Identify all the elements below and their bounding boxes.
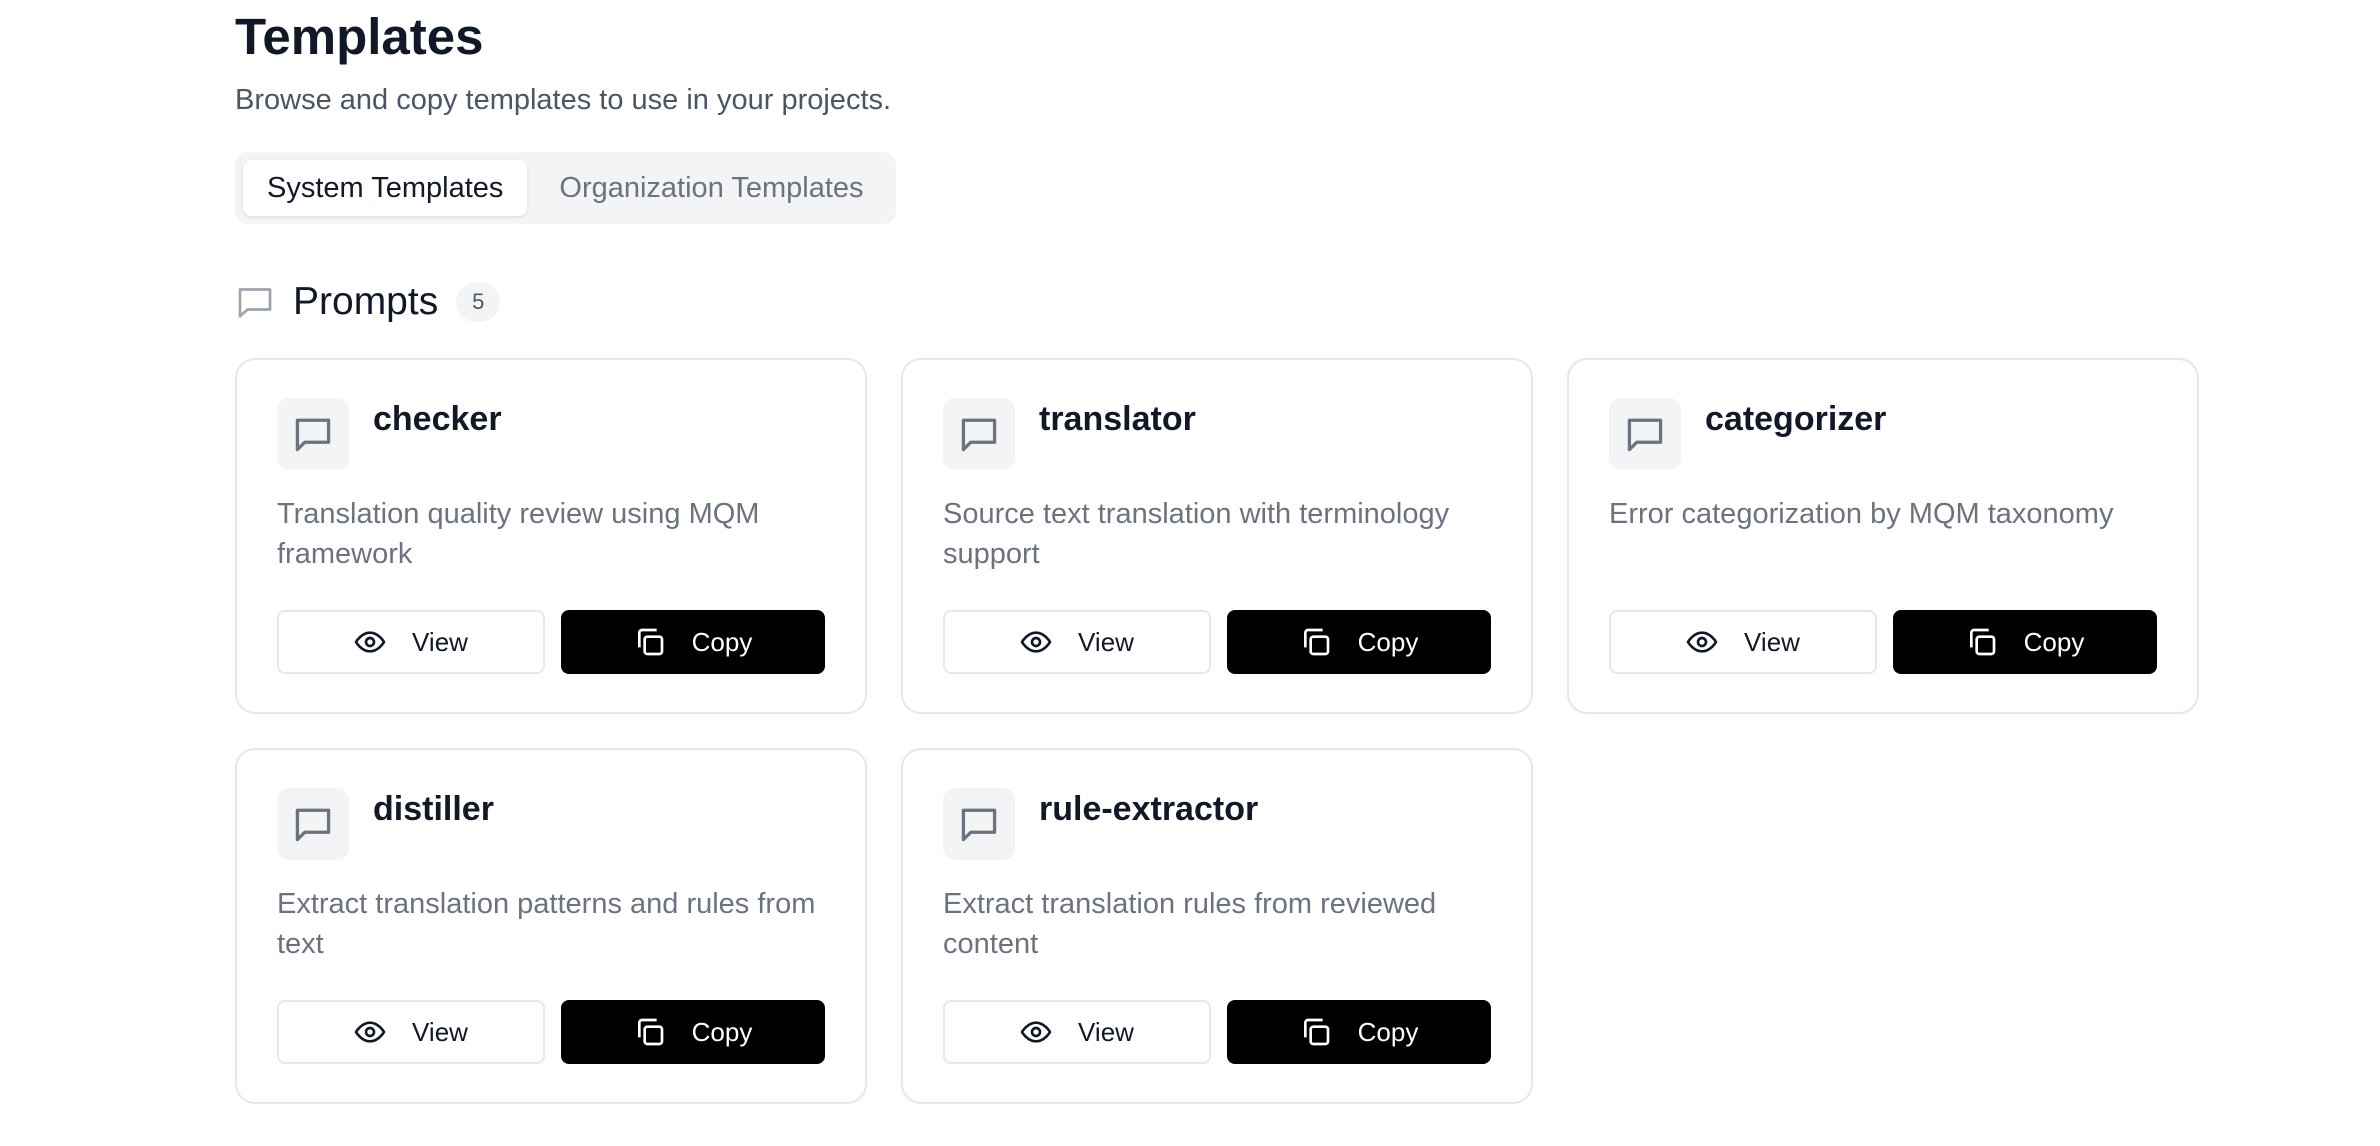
eye-icon [354,1016,386,1048]
view-button[interactable]: View [943,1000,1211,1064]
view-button-label: View [412,1016,468,1047]
copy-button[interactable]: Copy [1227,610,1491,674]
section-title: Prompts [293,280,439,323]
template-card: rule-extractor Extract translation rules… [901,748,1533,1104]
template-card: checker Translation quality review using… [235,358,867,714]
message-square-icon [943,398,1015,470]
eye-icon [1020,626,1052,658]
card-title: categorizer [1705,400,1887,438]
card-title: rule-extractor [1039,790,1259,828]
copy-button[interactable]: Copy [561,1000,825,1064]
copy-button-label: Copy [2023,626,2085,657]
message-square-icon [277,788,349,860]
page-title: Templates [235,8,484,65]
templates-page: Templates Browse and copy templates to u… [235,0,2199,1104]
view-button[interactable]: View [1609,610,1877,674]
copy-icon [634,1016,666,1048]
card-description: Extract translation patterns and rules f… [277,888,816,960]
template-card: distiller Extract translation patterns a… [235,748,867,1104]
prompt-card-grid: checker Translation quality review using… [235,358,2199,1104]
copy-button[interactable]: Copy [1893,610,2157,674]
copy-button-label: Copy [1357,1016,1419,1047]
card-title: checker [373,400,502,438]
copy-button-label: Copy [1357,626,1419,657]
copy-button-label: Copy [691,626,753,657]
eye-icon [1686,626,1718,658]
card-description: Source text translation with terminology… [943,498,1450,570]
view-button-label: View [1078,1016,1134,1047]
copy-button[interactable]: Copy [1227,1000,1491,1064]
copy-icon [1300,626,1332,658]
copy-button[interactable]: Copy [561,610,825,674]
view-button[interactable]: View [943,610,1211,674]
view-button[interactable]: View [277,1000,545,1064]
card-title: distiller [373,790,494,828]
view-button[interactable]: View [277,610,545,674]
template-tabs: System Templates Organization Templates [235,152,896,224]
view-button-label: View [412,626,468,657]
eye-icon [1020,1016,1052,1048]
count-badge: 5 [456,282,501,322]
tab-organization-templates[interactable]: Organization Templates [535,160,887,216]
copy-icon [634,626,666,658]
message-square-icon [235,282,275,322]
card-description: Extract translation rules from reviewed … [943,888,1437,960]
message-square-icon [1609,398,1681,470]
card-description: Translation quality review using MQM fra… [277,498,760,570]
eye-icon [354,626,386,658]
message-square-icon [277,398,349,470]
prompts-section-header: Prompts 5 [235,278,2195,326]
card-title: translator [1039,400,1196,438]
view-button-label: View [1744,626,1800,657]
message-square-icon [943,788,1015,860]
card-description: Error categorization by MQM taxonomy [1609,498,2114,530]
page-subtitle: Browse and copy templates to use in your… [235,84,892,116]
tab-system-templates[interactable]: System Templates [243,160,528,216]
copy-icon [1966,626,1998,658]
copy-icon [1300,1016,1332,1048]
template-card: translator Source text translation with … [901,358,1533,714]
view-button-label: View [1078,626,1134,657]
template-card: categorizer Error categorization by MQM … [1567,358,2199,714]
copy-button-label: Copy [691,1016,753,1047]
